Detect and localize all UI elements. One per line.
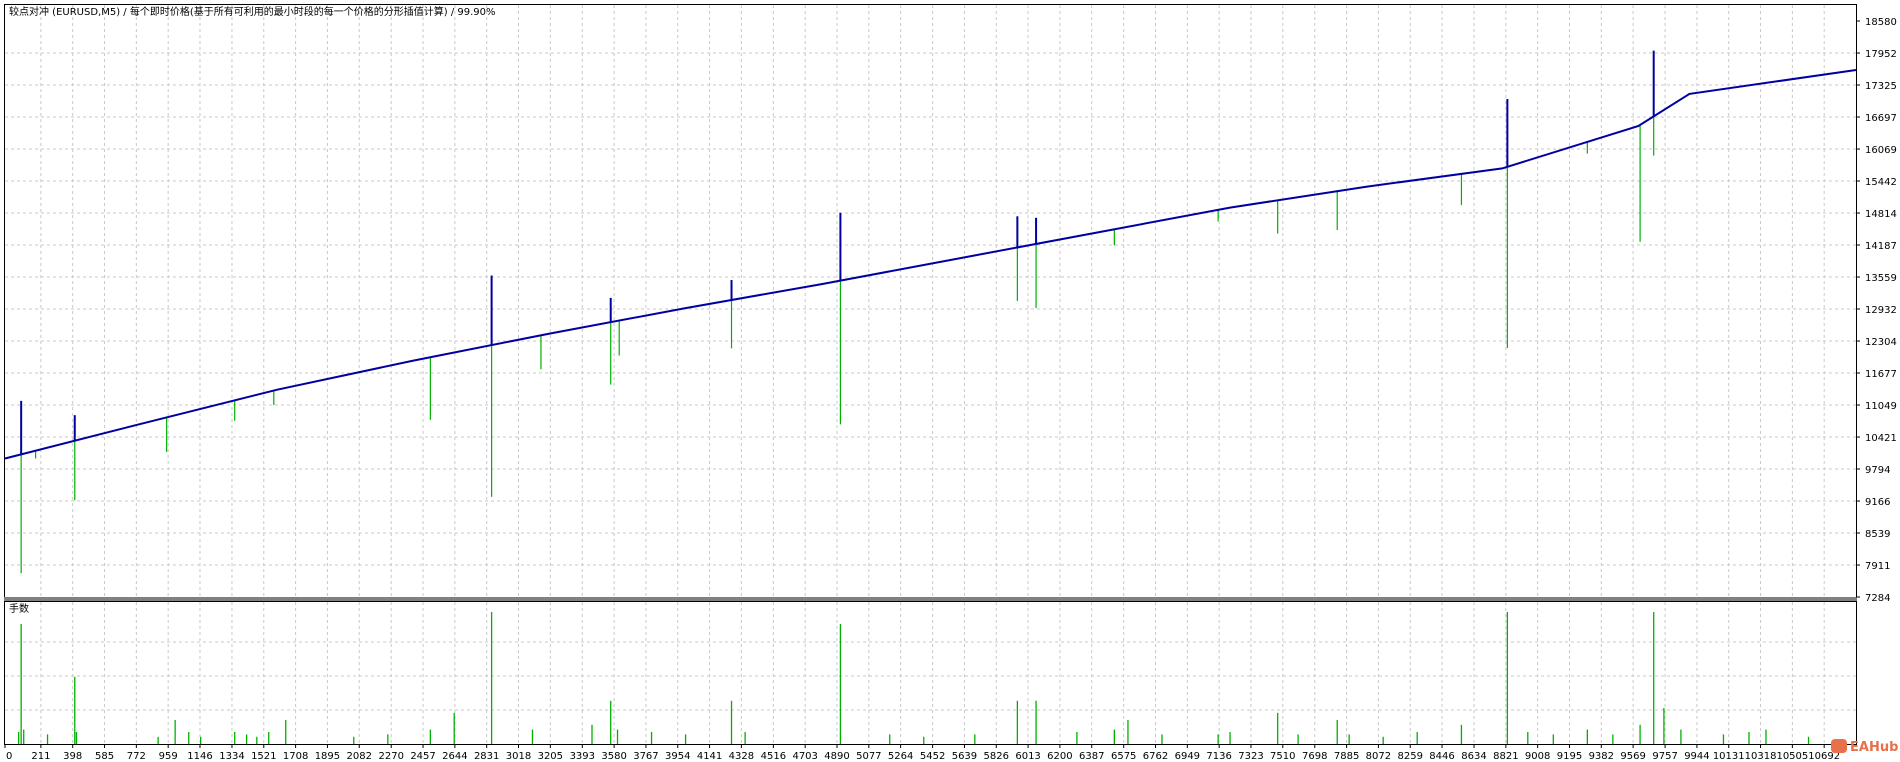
y-tick-label: 14187	[1865, 241, 1897, 252]
x-tick-label: 4141	[697, 751, 722, 762]
x-tick-label: 6575	[1111, 751, 1136, 762]
x-tick-label: 9569	[1620, 751, 1645, 762]
x-tick-label: 8634	[1461, 751, 1486, 762]
y-tick-label: 13559	[1865, 273, 1897, 284]
chart-header-symbol: 较点对冲 (EURUSD,M5)	[9, 5, 120, 18]
x-tick-label: 6013	[1015, 751, 1040, 762]
x-tick-label: 9008	[1525, 751, 1550, 762]
y-tick-label: 12304	[1865, 337, 1897, 348]
x-tick-label: 3767	[633, 751, 658, 762]
x-tick-label: 4703	[792, 751, 817, 762]
x-tick-label: 5826	[984, 751, 1009, 762]
x-tick-label: 3393	[570, 751, 595, 762]
y-tick-label: 11677	[1865, 369, 1897, 380]
y-tick-label: 16697	[1865, 113, 1897, 124]
y-tick-label: 7911	[1865, 561, 1890, 572]
x-tick-label: 0	[6, 751, 12, 762]
watermark-text: EAHub	[1850, 740, 1898, 755]
x-tick-label: 6762	[1143, 751, 1168, 762]
x-tick-label: 2644	[442, 751, 467, 762]
y-tick-label: 16069	[1865, 145, 1897, 156]
x-tick-label: 398	[63, 751, 82, 762]
x-tick-label: 7323	[1238, 751, 1263, 762]
x-tick-label: 6387	[1079, 751, 1104, 762]
x-tick-label: 1334	[219, 751, 244, 762]
chart-background	[0, 0, 1900, 762]
x-tick-label: 7698	[1302, 751, 1327, 762]
x-tick-label: 5077	[856, 751, 881, 762]
y-tick-label: 8539	[1865, 529, 1890, 540]
x-tick-label: 211	[31, 751, 50, 762]
x-tick-label: 4890	[824, 751, 849, 762]
y-tick-label: 9794	[1865, 465, 1890, 476]
panel-divider	[4, 597, 1857, 601]
x-tick-label: 9757	[1652, 751, 1677, 762]
y-tick-label: 17952	[1865, 49, 1897, 60]
x-tick-label: 6949	[1175, 751, 1200, 762]
x-tick-label: 1146	[187, 751, 212, 762]
x-tick-label: 9944	[1684, 751, 1709, 762]
x-tick-label: 5452	[920, 751, 945, 762]
chart-header-model: 每个即时价格(基于所有可利用的最小时段的每一个价格的分形插值计算)	[130, 5, 448, 18]
y-tick-label: 7284	[1865, 593, 1890, 604]
x-tick-label: 8821	[1493, 751, 1518, 762]
x-tick-label: 10318	[1745, 751, 1777, 762]
x-tick-label: 5639	[952, 751, 977, 762]
y-tick-label: 11049	[1865, 401, 1897, 412]
x-tick-label: 2270	[379, 751, 404, 762]
x-tick-label: 2457	[410, 751, 435, 762]
x-tick-label: 3018	[506, 751, 531, 762]
x-tick-label: 4328	[729, 751, 754, 762]
x-tick-label: 7885	[1334, 751, 1359, 762]
y-tick-label: 15442	[1865, 177, 1897, 188]
x-tick-label: 8446	[1429, 751, 1454, 762]
chart-header-quality: 99.90%	[457, 7, 495, 18]
y-tick-label: 17325	[1865, 81, 1897, 92]
x-tick-label: 3205	[538, 751, 563, 762]
x-tick-label: 8259	[1397, 751, 1422, 762]
x-tick-label: 3954	[665, 751, 690, 762]
x-tick-label: 2831	[474, 751, 499, 762]
x-tick-label: 9382	[1589, 751, 1614, 762]
x-tick-label: 772	[127, 751, 146, 762]
y-tick-label: 9166	[1865, 497, 1890, 508]
x-tick-label: 2082	[347, 751, 372, 762]
x-tick-label: 1895	[315, 751, 340, 762]
backtest-chart: 18580 17952 17325 16697 16069 15442 14814 14187…	[0, 0, 1900, 762]
x-tick-label: 959	[159, 751, 178, 762]
x-tick-label: 8072	[1366, 751, 1391, 762]
x-tick-label: 7510	[1270, 751, 1295, 762]
x-tick-label: 3580	[601, 751, 626, 762]
x-tick-label: 10505	[1776, 751, 1808, 762]
watermark: EAHub	[1831, 739, 1898, 755]
x-tick-label: 5264	[888, 751, 913, 762]
x-tick-label: 10131	[1713, 751, 1745, 762]
x-tick-label: 4516	[761, 751, 786, 762]
x-tick-label: 1521	[251, 751, 276, 762]
watermark-logo	[1831, 739, 1847, 753]
y-tick-label: 12932	[1865, 305, 1897, 316]
y-tick-label: 10421	[1865, 433, 1897, 444]
x-tick-label: 7136	[1206, 751, 1231, 762]
x-tick-label: 1708	[283, 751, 308, 762]
chart-header: 较点对冲 (EURUSD,M5) / 每个即时价格(基于所有可利用的最小时段的每…	[9, 5, 496, 18]
x-tick-label: 585	[95, 751, 114, 762]
y-tick-label: 18580	[1865, 17, 1897, 28]
y-tick-label: 14814	[1865, 209, 1897, 220]
x-tick-label: 6200	[1047, 751, 1072, 762]
x-tick-label: 9195	[1557, 751, 1582, 762]
lots-panel-label: 手数	[9, 602, 29, 615]
